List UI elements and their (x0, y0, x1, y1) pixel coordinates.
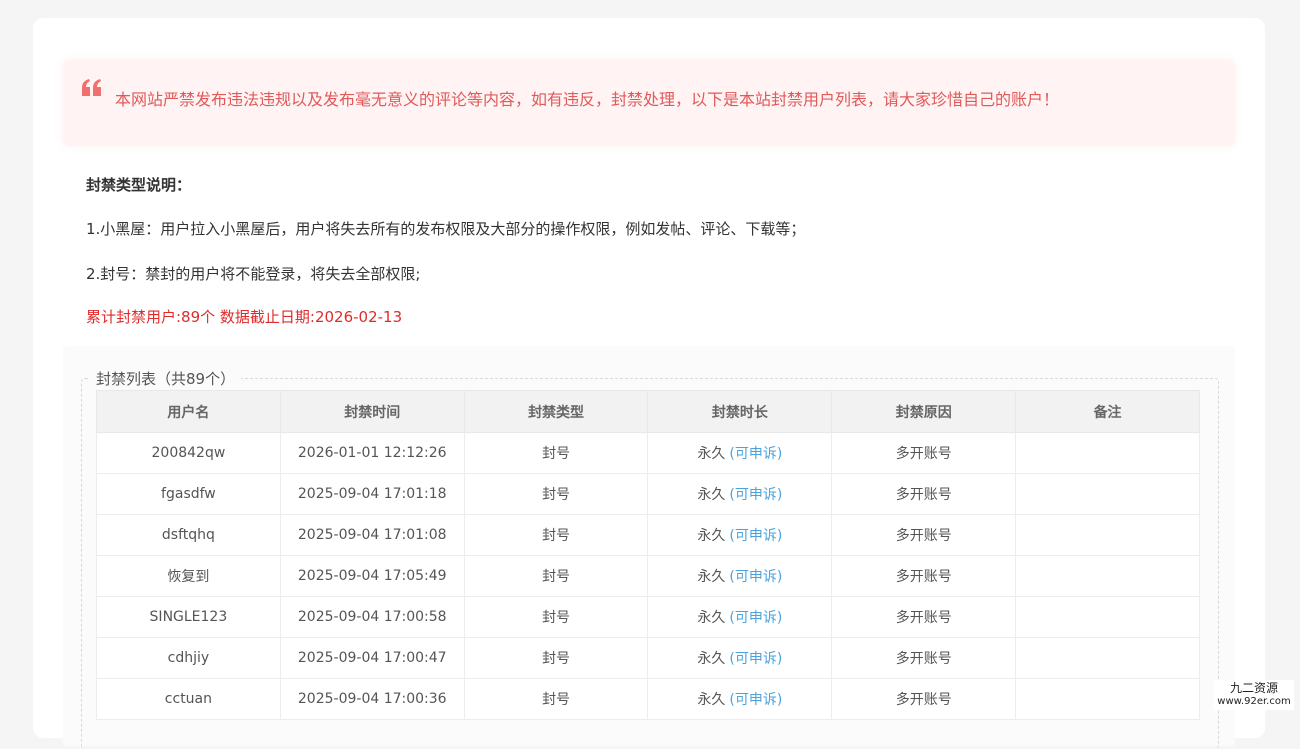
header-ban-reason: 封禁原因 (831, 390, 1017, 433)
table-row: cdhjiy 2025-09-04 17:00:47 封号 永久 (可申诉) 多开… (96, 637, 1200, 679)
cell-ban-time: 2026-01-01 12:12:26 (279, 432, 465, 474)
cell-ban-time: 2025-09-04 17:01:08 (279, 514, 465, 556)
cell-ban-reason: 多开账号 (831, 637, 1017, 679)
table-row: 恢复到 2025-09-04 17:05:49 封号 永久 (可申诉) 多开账号 (96, 555, 1200, 597)
cell-ban-duration: 永久 (可申诉) (647, 637, 833, 679)
cell-ban-duration: 永久 (可申诉) (647, 678, 833, 720)
table-row: dsftqhq 2025-09-04 17:01:08 封号 永久 (可申诉) 多… (96, 514, 1200, 556)
site-watermark: 九二资源 www.92er.com (1214, 680, 1294, 710)
appeal-link[interactable]: (可申诉) (729, 610, 782, 626)
header-ban-type: 封禁类型 (463, 390, 649, 433)
table-row: SINGLE123 2025-09-04 17:00:58 封号 永久 (可申诉)… (96, 596, 1200, 638)
duration-text: 永久 (697, 569, 726, 585)
ban-list-section: 封禁列表（共89个） 用户名 封禁时间 封禁类型 封禁时长 封禁原因 备注 20… (63, 346, 1235, 749)
ban-stats: 累计封禁用户:89个 数据截止日期:2026-02-13 (86, 308, 403, 326)
cell-ban-time: 2025-09-04 17:01:18 (279, 473, 465, 515)
cell-username: dsftqhq (96, 514, 281, 556)
appeal-link[interactable]: (可申诉) (729, 651, 782, 667)
explanation-title: 封禁类型说明： (86, 176, 192, 194)
cell-ban-reason: 多开账号 (831, 432, 1017, 474)
cell-ban-type: 封号 (463, 637, 649, 679)
quote-icon (82, 79, 101, 96)
watermark-url: www.92er.com (1217, 696, 1291, 707)
cell-note (1015, 678, 1200, 720)
notice-banner: 本网站严禁发布违法违规以及发布毫无意义的评论等内容，如有违反，封禁处理，以下是本… (63, 60, 1235, 146)
duration-text: 永久 (697, 487, 726, 503)
duration-text: 永久 (697, 446, 726, 462)
cell-ban-duration: 永久 (可申诉) (647, 555, 833, 597)
ban-table: 用户名 封禁时间 封禁类型 封禁时长 封禁原因 备注 200842qw 2026… (96, 390, 1200, 720)
cell-note (1015, 432, 1200, 474)
appeal-link[interactable]: (可申诉) (729, 446, 782, 462)
cell-ban-time: 2025-09-04 17:00:36 (279, 678, 465, 720)
cell-username: 恢复到 (96, 555, 281, 597)
cell-ban-type: 封号 (463, 514, 649, 556)
table-row: fgasdfw 2025-09-04 17:01:18 封号 永久 (可申诉) 多… (96, 473, 1200, 515)
appeal-link[interactable]: (可申诉) (729, 528, 782, 544)
cell-username: 200842qw (96, 432, 281, 474)
duration-text: 永久 (697, 528, 726, 544)
cell-username: cdhjiy (96, 637, 281, 679)
watermark-name: 九二资源 (1229, 681, 1278, 695)
table-row: 200842qw 2026-01-01 12:12:26 封号 永久 (可申诉) … (96, 432, 1200, 474)
header-ban-time: 封禁时间 (279, 390, 465, 433)
appeal-link[interactable]: (可申诉) (729, 487, 782, 503)
cell-note (1015, 514, 1200, 556)
duration-text: 永久 (697, 610, 726, 626)
header-username: 用户名 (96, 390, 281, 433)
cell-ban-type: 封号 (463, 678, 649, 720)
cell-ban-type: 封号 (463, 432, 649, 474)
cell-ban-reason: 多开账号 (831, 514, 1017, 556)
cell-ban-duration: 永久 (可申诉) (647, 432, 833, 474)
cell-ban-reason: 多开账号 (831, 678, 1017, 720)
cell-username: fgasdfw (96, 473, 281, 515)
cell-ban-time: 2025-09-04 17:05:49 (279, 555, 465, 597)
cell-note (1015, 596, 1200, 638)
cell-ban-reason: 多开账号 (831, 473, 1017, 515)
cell-ban-duration: 永久 (可申诉) (647, 596, 833, 638)
table-row: cctuan 2025-09-04 17:00:36 封号 永久 (可申诉) 多开… (96, 678, 1200, 720)
cell-note (1015, 555, 1200, 597)
cell-ban-duration: 永久 (可申诉) (647, 473, 833, 515)
header-note: 备注 (1015, 390, 1200, 433)
content-card: 本网站严禁发布违法违规以及发布毫无意义的评论等内容，如有违反，封禁处理，以下是本… (33, 18, 1265, 749)
ban-list-legend: 封禁列表（共89个） (96, 370, 236, 388)
duration-text: 永久 (697, 651, 726, 667)
cell-ban-reason: 多开账号 (831, 555, 1017, 597)
header-ban-duration: 封禁时长 (647, 390, 833, 433)
cell-username: cctuan (96, 678, 281, 720)
notice-text: 本网站严禁发布违法违规以及发布毫无意义的评论等内容，如有违反，封禁处理，以下是本… (115, 90, 1060, 109)
appeal-link[interactable]: (可申诉) (729, 569, 782, 585)
duration-text: 永久 (697, 692, 726, 708)
cell-note (1015, 473, 1200, 515)
cell-ban-duration: 永久 (可申诉) (647, 514, 833, 556)
cell-ban-type: 封号 (463, 473, 649, 515)
cell-username: SINGLE123 (96, 596, 281, 638)
explanation-line-ban: 2.封号：禁封的用户将不能登录，将失去全部权限; (86, 265, 421, 283)
explanation-line-blackroom: 1.小黑屋：用户拉入小黑屋后，用户将失去所有的发布权限及大部分的操作权限，例如发… (86, 220, 806, 238)
cell-ban-time: 2025-09-04 17:00:58 (279, 596, 465, 638)
table-header-row: 用户名 封禁时间 封禁类型 封禁时长 封禁原因 备注 (96, 390, 1200, 433)
cell-ban-time: 2025-09-04 17:00:47 (279, 637, 465, 679)
cell-ban-reason: 多开账号 (831, 596, 1017, 638)
cell-ban-type: 封号 (463, 596, 649, 638)
cell-ban-type: 封号 (463, 555, 649, 597)
appeal-link[interactable]: (可申诉) (729, 692, 782, 708)
cell-note (1015, 637, 1200, 679)
